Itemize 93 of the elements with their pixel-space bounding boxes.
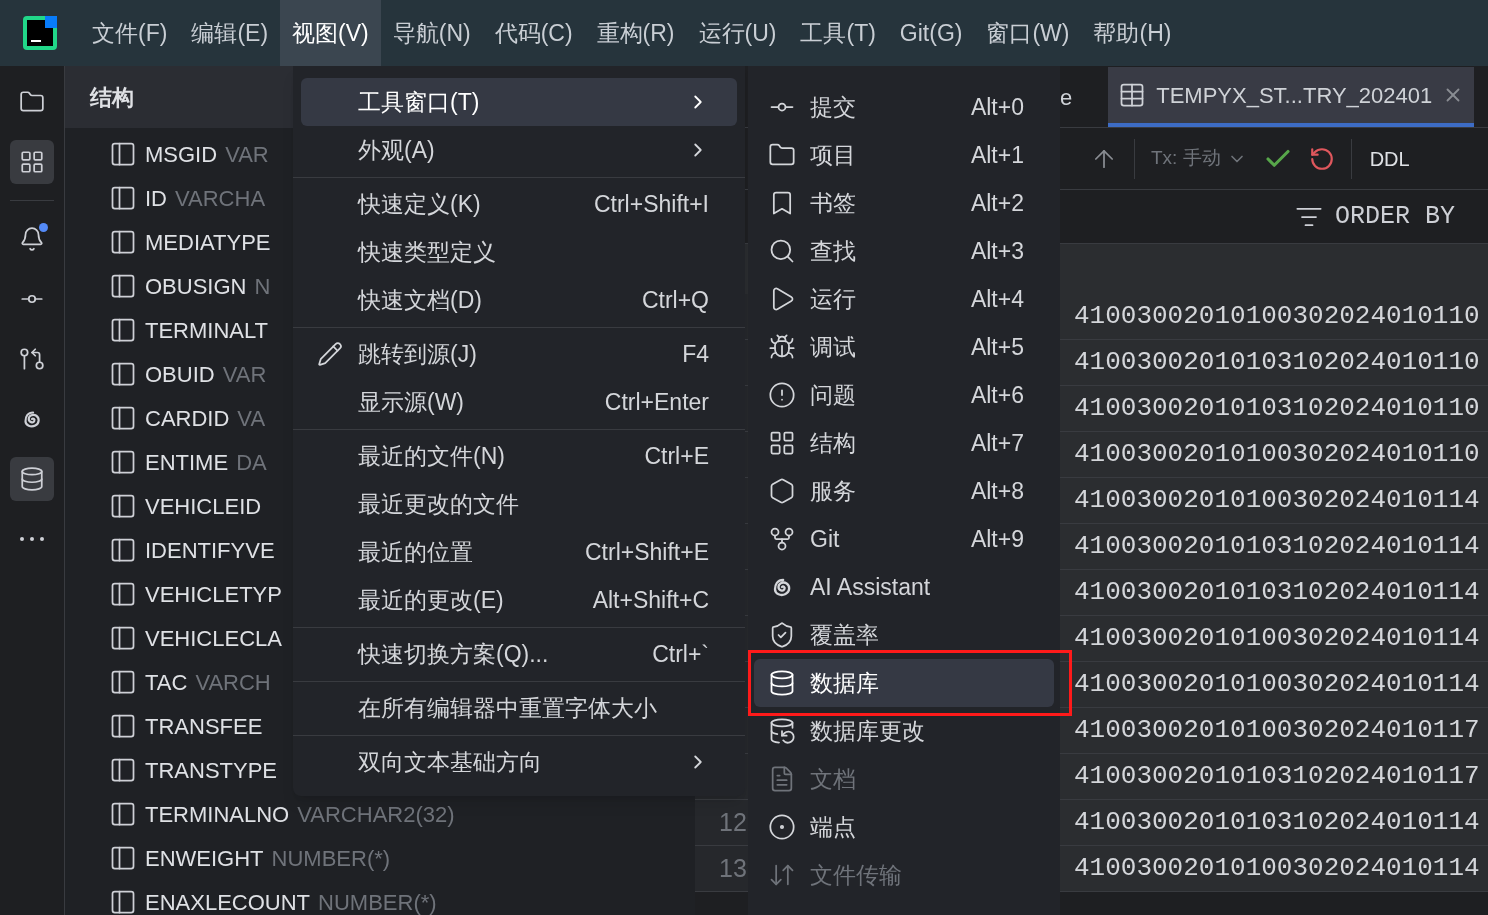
table-cell-text: 41003002010103102024010114 [1073, 806, 1480, 839]
column-type: NUMBER(*) [318, 888, 437, 915]
shortcut-label: Ctrl+Enter [604, 387, 709, 417]
menu-item-label: 结构 [810, 428, 856, 458]
table-cell-text: 41003002010103102024010117 [1073, 760, 1480, 793]
menu-item-label: 端点 [810, 812, 856, 842]
shortcut-label: Alt+1 [970, 140, 1024, 170]
menu-item-label: 运行 [810, 284, 856, 314]
column-type: N [254, 272, 271, 301]
menu-item-label: AI Assistant [810, 572, 931, 602]
column-name: OBUID [145, 360, 215, 389]
column-name: MSGID [145, 140, 218, 169]
shortcut-label: Ctrl+Shift+E [585, 537, 709, 567]
menu-item-label: 数据库更改 [810, 716, 925, 746]
column-type: VARCHAR2(32) [297, 800, 455, 829]
table-cell-text: 41003002010100302024010110 [1073, 438, 1480, 471]
column-type: VARCHA [175, 184, 266, 213]
column-name: CARDID [145, 404, 230, 433]
column-name: VEHICLECLA [145, 624, 282, 653]
menu-item-label: 双向文本基础方向 [358, 747, 542, 777]
panel-title: 结构 [90, 83, 134, 112]
menu-item-label: 文件传输 [810, 860, 902, 890]
table-cell-text: 41003002010103102024010110 [1073, 346, 1480, 379]
shortcut-label: Alt+3 [970, 236, 1024, 266]
shortcut-label: Ctrl+Shift+I [593, 189, 709, 219]
column-type: DA [236, 448, 267, 477]
shortcut-label: Alt+7 [970, 428, 1024, 458]
menu-item-label: 跳转到源(J) [358, 339, 477, 369]
menu-item-label: 在所有编辑器中重置字体大小 [358, 693, 657, 723]
column-name: ID [145, 184, 167, 213]
column-type: VAR [222, 360, 267, 389]
column-name: TRANSFEE [145, 712, 263, 741]
table-cell-text: 41003002010100302024010117 [1073, 714, 1480, 747]
menu-item-label: 最近的文件(N) [358, 441, 505, 471]
column-name: TERMINALT [145, 316, 269, 345]
shortcut-label: Ctrl+` [652, 639, 709, 669]
column-name: TRANSTYPE [145, 756, 278, 785]
shortcut-label: Alt+Shift+C [592, 585, 709, 615]
column-name: VEHICLEID [145, 492, 262, 521]
menu-item-label: 外观(A) [358, 135, 435, 165]
table-cell-text: 41003002010103102024010110 [1073, 392, 1480, 425]
menu-item-label: 快速文档(D) [358, 285, 482, 315]
column-name: TAC [145, 668, 188, 697]
menu-item-label: 快速定义(K) [358, 189, 481, 219]
table-cell-text: 41003002010103102024010114 [1073, 530, 1480, 563]
menu-item-label: 调试 [810, 332, 856, 362]
menu-item-label: 快速切换方案(Q)... [358, 639, 549, 669]
shortcut-label: F4 [682, 339, 709, 369]
row-number: 13 [719, 852, 747, 884]
column-type: VARCH [195, 668, 271, 697]
column-name: ENWEIGHT [145, 844, 264, 873]
table-cell-text: 41003002010103102024010114 [1073, 576, 1480, 609]
menu-item-label: 服务 [810, 476, 856, 506]
shortcut-label: Alt+5 [970, 332, 1024, 362]
column-name: VEHICLETYP [145, 580, 282, 609]
menu-item-label: 覆盖率 [810, 620, 879, 650]
menu-item-label: Git [810, 524, 840, 554]
shortcut-label: Alt+8 [970, 476, 1024, 506]
menu-item-label: 问题 [810, 380, 856, 410]
shortcut-label: Alt+9 [970, 524, 1024, 554]
column-name: ENTIME [145, 448, 229, 477]
menu-item-label: 显示源(W) [358, 387, 465, 417]
menu-item-label: 工具窗口(T) [358, 87, 480, 117]
column-name: OBUSIGN [145, 272, 247, 301]
shortcut-label: Alt+2 [970, 188, 1024, 218]
menu-item-label: 项目 [810, 140, 856, 170]
menu-item-label: 最近的更改(E) [358, 585, 504, 615]
table-cell-text: 41003002010100302024010114 [1073, 852, 1480, 885]
menu-item-label: 书签 [810, 188, 856, 218]
shortcut-label: Alt+4 [970, 284, 1024, 314]
table-cell-text: 41003002010100302024010110 [1073, 300, 1480, 333]
column-name: TERMINALNO [145, 800, 290, 829]
column-name: MEDIATYPE [145, 228, 271, 257]
column-name: IDENTIFYVE [145, 536, 275, 565]
menu-item-label: 数据库 [810, 668, 879, 698]
shortcut-label: Ctrl+Q [641, 285, 709, 315]
menu-item-label: 最近更改的文件 [358, 489, 519, 519]
table-cell-text: 41003002010100302024010114 [1073, 622, 1480, 655]
column-name: ENAXLECOUNT [145, 888, 311, 915]
menu-item-label: 文档 [810, 764, 856, 794]
column-type: VAR [225, 140, 269, 169]
column-type: NUMBER(*) [271, 844, 391, 873]
menu-item-label: 提交 [810, 92, 856, 122]
row-number: 12 [719, 806, 747, 838]
menu-item-label: 最近的位置 [358, 537, 473, 567]
menu-item-label: 查找 [810, 236, 856, 266]
column-type: VA [237, 404, 266, 433]
table-cell-text: 41003002010100302024010114 [1073, 484, 1480, 517]
shortcut-label: Alt+6 [970, 380, 1024, 410]
table-cell-text: 41003002010100302024010114 [1073, 668, 1480, 701]
shortcut-label: Alt+0 [970, 92, 1024, 122]
shortcut-label: Ctrl+E [644, 441, 709, 471]
menu-item-label: 快速类型定义 [358, 237, 496, 267]
